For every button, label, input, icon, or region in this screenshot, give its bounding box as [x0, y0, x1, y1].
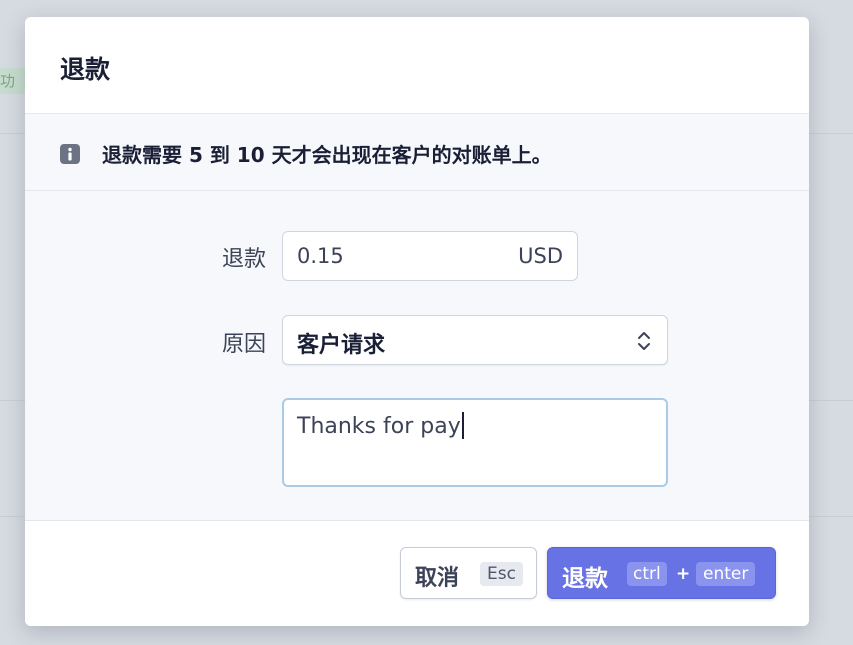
dialog-title: 退款 — [60, 55, 111, 84]
reason-selected-value: 客户请求 — [297, 333, 386, 358]
refund-form: 退款 0.15 USD 原因 客户请求 Thanks for pay — [25, 191, 809, 521]
refund-submit-button[interactable]: 退款 ctrl + enter — [547, 547, 776, 599]
reason-select[interactable]: 客户请求 — [282, 315, 668, 365]
refund-amount-input[interactable]: 0.15 USD — [282, 231, 578, 281]
shortcut-plus: + — [676, 564, 691, 584]
amount-label: 退款 — [221, 247, 266, 272]
info-icon — [60, 144, 80, 164]
refund-notice-banner: 退款需要 5 到 10 天才会出现在客户的对账单上。 — [25, 114, 809, 191]
dialog-header: 退款 — [25, 17, 809, 114]
amount-value: 0.15 — [297, 244, 344, 268]
dialog-footer: 取消 Esc 退款 ctrl + enter — [25, 521, 809, 626]
refund-button-label: 退款 — [562, 566, 608, 592]
note-value: Thanks for pay — [297, 414, 461, 439]
enter-shortcut-hint: enter — [696, 562, 756, 586]
refund-note-textarea[interactable]: Thanks for pay — [282, 398, 668, 487]
refund-dialog: 退款 退款需要 5 到 10 天才会出现在客户的对账单上。 退款 0.15 US… — [25, 17, 809, 626]
reason-label: 原因 — [221, 332, 266, 357]
ctrl-shortcut-hint: ctrl — [627, 562, 667, 586]
note-text: Thanks for pay — [297, 412, 464, 439]
text-cursor — [461, 412, 464, 439]
notice-text: 退款需要 5 到 10 天才会出现在客户的对账单上。 — [102, 143, 552, 167]
chevron-updown-icon — [635, 329, 653, 353]
currency-label: USD — [518, 244, 563, 268]
cancel-button-label: 取消 — [415, 566, 460, 591]
cancel-button[interactable]: 取消 Esc — [400, 547, 537, 599]
esc-shortcut-hint: Esc — [480, 562, 523, 586]
